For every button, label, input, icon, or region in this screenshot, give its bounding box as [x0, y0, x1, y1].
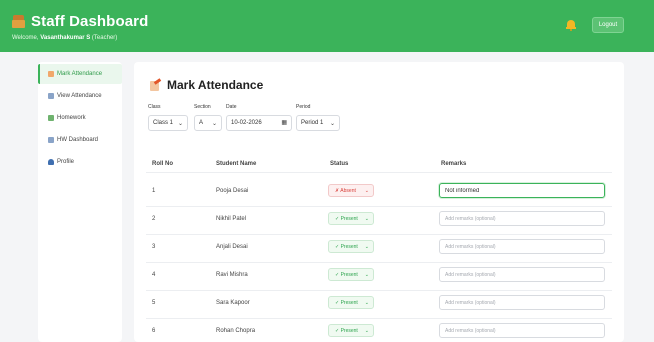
chevron-down-icon: ⌄	[364, 244, 369, 250]
student-name: Rohan Chopra	[216, 328, 256, 334]
bell-icon[interactable]	[566, 19, 576, 31]
chevron-down-icon: ⌄	[364, 300, 369, 306]
chevron-down-icon: ⌄	[177, 121, 183, 127]
student-name: Sara Kapoor	[216, 300, 250, 306]
logout-button[interactable]: Logout	[592, 17, 624, 33]
status-select[interactable]: ✓ Present ⌄	[328, 268, 374, 281]
sidebar-item-view-attendance[interactable]: View Attendance	[38, 86, 122, 106]
roll-no: 2	[152, 216, 156, 222]
student-name: Ravi Mishra	[216, 272, 248, 278]
sidebar-item-hw-dashboard[interactable]: HW Dashboard	[38, 130, 122, 150]
sidebar-item-label: Homework	[57, 115, 86, 121]
welcome-text: Welcome, Vasanthakumar S (Teacher)	[12, 35, 118, 41]
books-icon	[48, 115, 54, 121]
date-input[interactable]: 10-02-2026 ▦	[226, 115, 292, 131]
column-header-remarks: Remarks	[441, 161, 467, 167]
section-label: Section	[194, 104, 211, 110]
header-divider	[146, 172, 612, 173]
period-select[interactable]: Period 1 ⌄	[296, 115, 340, 131]
remarks-input[interactable]	[439, 211, 605, 226]
app-title: Staff Dashboard	[31, 13, 149, 30]
user-role: (Teacher)	[90, 35, 118, 41]
row-divider	[146, 262, 612, 263]
status-select[interactable]: ✓ Present ⌄	[328, 240, 374, 253]
period-label: Period	[296, 104, 311, 110]
remarks-input[interactable]	[439, 295, 605, 310]
sidebar-item-homework[interactable]: Homework	[38, 108, 122, 128]
section-select[interactable]: A ⌄	[194, 115, 222, 131]
status-select[interactable]: ✓ Present ⌄	[328, 324, 374, 337]
student-name: Anjali Desai	[216, 244, 248, 250]
roll-no: 1	[152, 188, 156, 194]
column-header-status: Status	[330, 161, 349, 167]
column-header-roll-no: Roll No	[152, 161, 173, 167]
row-divider	[146, 234, 612, 235]
chevron-down-icon: ⌄	[364, 272, 369, 278]
chart-icon	[48, 137, 54, 143]
chevron-down-icon: ⌄	[364, 188, 369, 194]
date-label: Date	[226, 104, 237, 110]
sidebar-item-label: HW Dashboard	[57, 137, 99, 143]
memo-icon	[48, 71, 54, 77]
chevron-down-icon: ⌄	[364, 216, 369, 222]
calendar-icon[interactable]: ▦	[281, 119, 287, 126]
memo-icon	[150, 77, 162, 91]
sidebar-item-mark-attendance[interactable]: Mark Attendance	[38, 64, 122, 84]
page-title: Mark Attendance	[150, 77, 263, 92]
status-select[interactable]: ✗ Absent ⌄	[328, 184, 374, 197]
sidebar-item-label: Mark Attendance	[57, 71, 103, 77]
class-label: Class	[148, 104, 161, 110]
user-name: Vasanthakumar S	[40, 35, 91, 41]
roll-no: 3	[152, 244, 156, 250]
status-select[interactable]: ✓ Present ⌄	[328, 212, 374, 225]
status-select[interactable]: ✓ Present ⌄	[328, 296, 374, 309]
brand: Staff Dashboard	[12, 13, 148, 30]
chevron-down-icon: ⌄	[211, 121, 217, 127]
remarks-input[interactable]	[439, 267, 605, 282]
top-header: Staff Dashboard Welcome, Vasanthakumar S…	[0, 0, 654, 52]
sidebar-item-label: View Attendance	[57, 93, 102, 99]
student-name: Nikhil Patel	[216, 216, 247, 222]
sidebar-item-label: Profile	[57, 159, 75, 165]
chart-icon	[48, 93, 54, 99]
roll-no: 4	[152, 272, 156, 278]
roll-no: 5	[152, 300, 156, 306]
school-bag-icon	[12, 15, 25, 28]
roll-no: 6	[152, 328, 156, 334]
sidebar: Mark Attendance View Attendance Homework…	[38, 62, 122, 342]
column-header-student-name: Student Name	[216, 161, 257, 167]
sidebar-item-profile[interactable]: Profile	[38, 152, 122, 172]
student-name: Pooja Desai	[216, 188, 249, 194]
row-divider	[146, 318, 612, 319]
class-select[interactable]: Class 1 ⌄	[148, 115, 188, 131]
person-icon	[48, 159, 54, 165]
row-divider	[146, 290, 612, 291]
remarks-input[interactable]	[439, 183, 605, 198]
row-divider	[146, 206, 612, 207]
chevron-down-icon: ⌄	[364, 328, 369, 334]
remarks-input[interactable]	[439, 323, 605, 338]
chevron-down-icon: ⌄	[329, 121, 335, 127]
main-panel: Mark Attendance Class Section Date Perio…	[134, 62, 624, 342]
remarks-input[interactable]	[439, 239, 605, 254]
